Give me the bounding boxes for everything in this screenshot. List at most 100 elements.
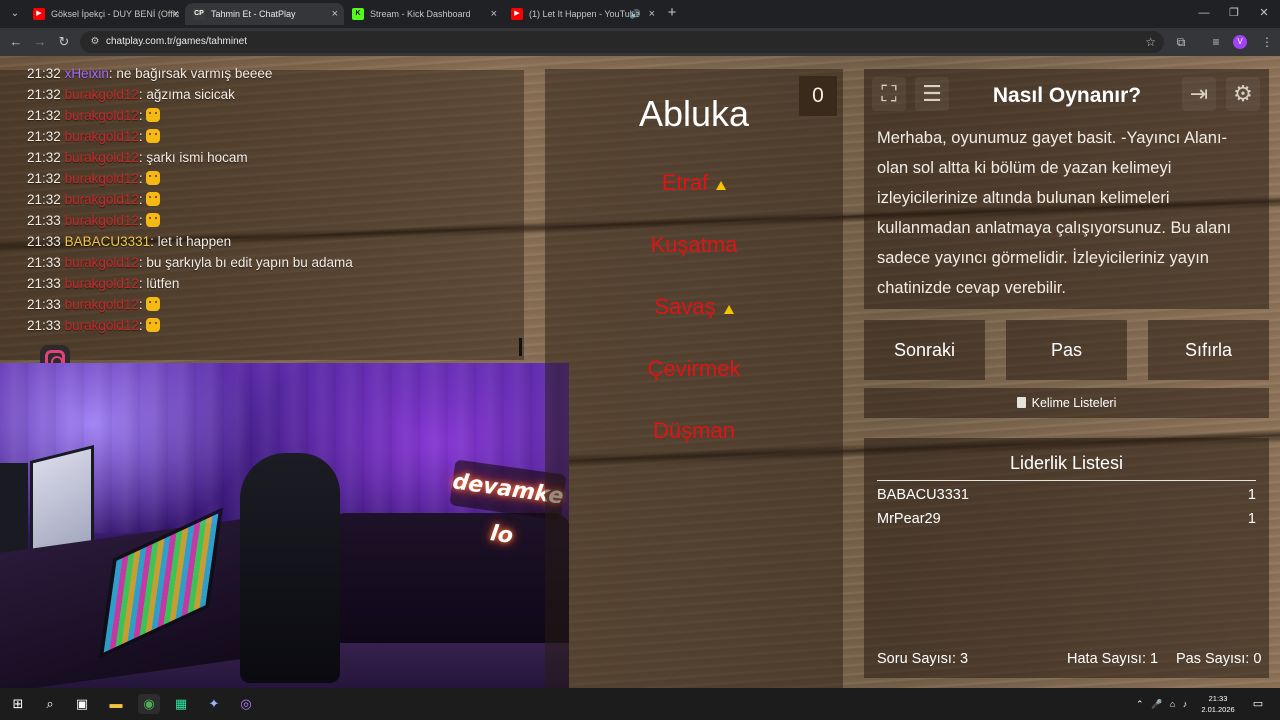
chat-timestamp: 21:33: [27, 255, 61, 270]
url-text[interactable]: chatplay.com.tr/games/tahminet: [106, 31, 247, 53]
tab-title: (1) Let It Happen - YouTube: [529, 9, 640, 19]
browser-tab[interactable]: K Stream - Kick Dashboard ×: [344, 3, 503, 25]
close-tab-icon[interactable]: ×: [649, 3, 655, 25]
extensions-icon[interactable]: ⧉: [1172, 33, 1190, 51]
taboo-word: Etraf: [545, 168, 843, 198]
notification-icon[interactable]: ▭: [1250, 696, 1266, 712]
chat-timestamp: 21:33: [27, 213, 61, 228]
menu-kebab-icon[interactable]: ⋮: [1258, 33, 1276, 51]
chat-text: : lütfen: [138, 276, 180, 291]
reload-icon[interactable]: ↻: [55, 33, 73, 51]
task-view-icon[interactable]: ▣: [71, 694, 93, 714]
chat-message: 21:32 burakgold12: şarkı ismi hocam: [27, 148, 248, 168]
app-icon[interactable]: ✦: [203, 694, 225, 714]
browser-tab[interactable]: ▶ (1) Let It Happen - YouTube 🔊 ×: [503, 3, 661, 25]
chat-message: 21:33 burakgold12:: [27, 211, 161, 231]
chat-message: 21:33 burakgold12:: [27, 295, 161, 315]
chat-message: 21:33 burakgold12: bu şarkıyla bı edit y…: [27, 253, 353, 273]
clock-time: 21:33: [1208, 694, 1228, 703]
site-info-icon[interactable]: ⚙: [88, 35, 102, 49]
browser-tab[interactable]: ▶ Göksel İpekçi - DUY BENİ (Offic ×: [25, 3, 185, 25]
tab-search-chevron-icon[interactable]: ⌄: [6, 5, 24, 23]
chat-message: 21:32 burakgold12:: [27, 127, 161, 147]
pass-button[interactable]: Pas: [1006, 320, 1127, 380]
leaderboard-row: BABACU3331 1: [877, 484, 1256, 506]
taboo-word: Savaş: [545, 292, 843, 322]
next-button[interactable]: Sonraki: [864, 320, 985, 380]
chat-text: : bu şarkıyla bı edit yapın bu adama: [138, 255, 353, 270]
chat-message: 21:32 xHeixin: ne bağırsak varmış beeee: [27, 64, 272, 84]
system-tray[interactable]: ⌃ 🎤 ⌂ ♪: [1136, 696, 1187, 712]
guess-word: Abluka: [638, 93, 750, 134]
clock[interactable]: 21:33 2.01.2026: [1198, 693, 1238, 715]
exit-icon[interactable]: ⇥: [1182, 77, 1216, 111]
bookmark-star-icon[interactable]: ☆: [1145, 31, 1156, 53]
taboo-word-text: Kuşatma: [650, 232, 738, 257]
word-card: 0 Abluka Etraf Kuşatma Savaş Çevirmek Düşman: [545, 69, 843, 688]
chrome-icon[interactable]: ◉: [138, 694, 160, 714]
address-bar[interactable]: ⚙ chatplay.com.tr/games/tahminet ☆: [80, 31, 1164, 53]
chat-username: burakgold12: [64, 255, 139, 270]
document-icon[interactable]: ☰: [915, 77, 949, 111]
taboo-word: Kuşatma: [545, 230, 843, 260]
taboo-word-text: Savaş: [654, 294, 716, 319]
windows-taskbar: ⊞ ⌕ ▣ ▬ ◉ ▦ ✦ ◎ ⌃ 🎤 ⌂ ♪ 21:33 2.01.2026 …: [0, 688, 1280, 720]
leaderboard-score: 1: [1247, 487, 1256, 503]
media-controls-icon[interactable]: ≡: [1207, 33, 1225, 51]
youtube-icon: ▶: [33, 8, 45, 20]
close-window-icon[interactable]: ✕: [1252, 4, 1276, 22]
chatplay-game-page: 21:32 xHeixin: ne bağırsak varmış beeee 2…: [0, 56, 1280, 688]
chat-message: 21:33 burakgold12:: [27, 316, 161, 336]
taboo-word-text: Etraf: [661, 170, 709, 195]
speaker-icon[interactable]: 🔊: [630, 3, 641, 25]
clipboard-icon: [1016, 397, 1026, 408]
back-arrow-icon[interactable]: ←: [7, 33, 25, 51]
close-tab-icon[interactable]: ×: [332, 3, 338, 25]
leaderboard-panel: Liderlik Listesi BABACU3331 1 MrPear29 1 So…: [864, 438, 1269, 678]
chat-timestamp: 21:32: [27, 192, 61, 207]
file-explorer-icon[interactable]: ▬: [105, 694, 127, 714]
chat-username: burakgold12: [64, 318, 139, 333]
chat-text: :: [138, 108, 147, 123]
leaderboard-name: BABACU3331: [877, 487, 969, 503]
cat-emoji-icon: [146, 171, 161, 185]
profile-avatar[interactable]: V: [1233, 35, 1247, 49]
chat-text: :: [138, 213, 147, 228]
restore-icon[interactable]: ❐: [1222, 4, 1246, 22]
chat-text: :: [138, 171, 147, 186]
search-icon[interactable]: ⌕: [39, 694, 61, 714]
minimize-icon[interactable]: —: [1192, 4, 1216, 22]
chat-username: burakgold12: [64, 297, 139, 312]
chat-username: BABACU3331: [64, 234, 151, 249]
chat-message: 21:33 BABACU3331: let it happen: [27, 232, 231, 252]
chat-timestamp: 21:32: [27, 87, 61, 102]
tab-favicon-icon: CP: [193, 8, 205, 20]
youtube-icon: ▶: [511, 8, 523, 20]
text-cursor: [519, 338, 522, 356]
chat-timestamp: 21:32: [27, 171, 61, 186]
chat-text: : ağzıma sicicak: [138, 87, 235, 102]
close-tab-icon[interactable]: ×: [491, 3, 497, 25]
taboo-word: Çevirmek: [545, 354, 843, 384]
windows-start-icon[interactable]: ⊞: [7, 694, 29, 714]
gear-icon[interactable]: ⚙: [1226, 77, 1260, 111]
chat-timestamp: 21:32: [27, 66, 61, 81]
new-tab-button[interactable]: +: [664, 4, 680, 22]
browser-tab[interactable]: CP Tahmin Et - ChatPlay ×: [185, 3, 344, 25]
cat-emoji-icon: [146, 213, 161, 227]
chat-username: burakgold12: [64, 150, 139, 165]
webcam-video: devamke lo: [0, 363, 569, 688]
reset-button[interactable]: Sıfırla: [1148, 320, 1269, 380]
leaderboard-title: Liderlik Listesi: [877, 450, 1256, 481]
leaderboard-row: MrPear29 1: [877, 508, 1256, 530]
fullscreen-icon[interactable]: ⛶: [872, 77, 906, 111]
forward-arrow-icon[interactable]: →: [31, 33, 49, 51]
chat-username: burakgold12: [64, 108, 139, 123]
chat-username: burakgold12: [64, 276, 139, 291]
word-lists-button[interactable]: Kelime Listeleri: [864, 388, 1269, 418]
leaderboard-score: 1: [1247, 511, 1256, 527]
tab-title: Tahmin Et - ChatPlay: [211, 9, 296, 19]
kick-app-icon[interactable]: ▦: [170, 694, 192, 714]
streaming-app-icon[interactable]: ◎: [235, 694, 257, 714]
close-tab-icon[interactable]: ×: [173, 3, 179, 25]
